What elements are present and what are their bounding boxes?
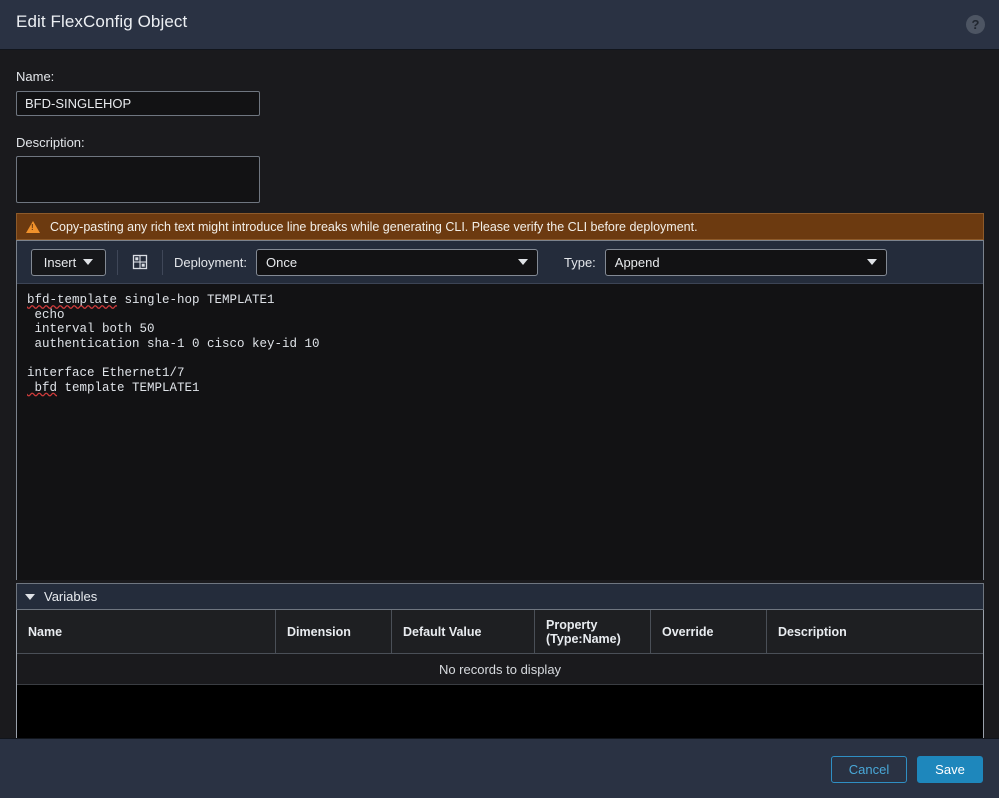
cli-code-line — [27, 351, 975, 366]
toolbar-divider-2 — [162, 250, 163, 275]
column-header-default-value[interactable]: Default Value — [392, 610, 535, 653]
type-select[interactable]: Append — [605, 249, 887, 276]
cli-code-line: interface Ethernet1/7 — [27, 366, 975, 381]
deployment-selected-value: Once — [266, 255, 518, 270]
cli-code-line: bfd template TEMPLATE1 — [27, 381, 975, 396]
warning-text: Copy-pasting any rich text might introdu… — [50, 220, 698, 234]
dialog-body: Name: Description: Copy-pasting any rich… — [0, 50, 999, 738]
column-header-property-line1: Property — [546, 618, 621, 632]
name-input[interactable] — [16, 91, 260, 116]
insert-button-label: Insert — [44, 255, 77, 270]
column-header-property-line2: (Type:Name) — [546, 632, 621, 646]
variables-table-header-row: Name Dimension Default Value Property (T… — [17, 610, 983, 654]
cli-code-line: authentication sha-1 0 cisco key-id 10 — [27, 337, 975, 352]
toolbar-divider-1 — [117, 250, 118, 275]
variables-empty-message: No records to display — [17, 654, 983, 685]
variables-section-header[interactable]: Variables — [16, 583, 984, 610]
deployment-label: Deployment: — [174, 255, 247, 270]
chevron-down-icon — [518, 259, 528, 265]
chevron-down-icon — [83, 259, 93, 265]
description-label: Description: — [16, 135, 85, 150]
name-label: Name: — [16, 69, 54, 84]
cancel-button[interactable]: Cancel — [831, 756, 907, 783]
description-input[interactable] — [16, 156, 260, 203]
deployment-select[interactable]: Once — [256, 249, 538, 276]
rich-text-warning-banner: Copy-pasting any rich text might introdu… — [16, 213, 984, 240]
warning-triangle-icon — [26, 221, 40, 233]
save-button[interactable]: Save — [917, 756, 983, 783]
cli-code-line: interval both 50 — [27, 322, 975, 337]
spellcheck-underlined-token: bfd-template — [27, 293, 117, 307]
help-circle-icon[interactable]: ? — [966, 15, 985, 34]
editor-toolbar: Insert Deployment: Once Type: — [17, 241, 983, 284]
dialog-footer: Cancel Save — [0, 738, 999, 798]
insert-button[interactable]: Insert — [31, 249, 106, 276]
page-title: Edit FlexConfig Object — [16, 12, 187, 32]
triangle-down-icon — [25, 594, 35, 600]
cli-editor-panel: Insert Deployment: Once Type: — [16, 240, 984, 580]
cli-code-editor[interactable]: bfd-template single-hop TEMPLATE1 echo i… — [17, 284, 983, 580]
column-header-dimension[interactable]: Dimension — [276, 610, 392, 653]
cli-code-line: bfd-template single-hop TEMPLATE1 — [27, 293, 975, 308]
type-selected-value: Append — [615, 255, 867, 270]
dialog-titlebar: Edit FlexConfig Object ? — [0, 0, 999, 50]
column-header-description[interactable]: Description — [767, 610, 983, 653]
spellcheck-underlined-token: bfd — [27, 381, 57, 395]
variables-section-title: Variables — [44, 589, 97, 604]
type-label: Type: — [564, 255, 596, 270]
column-header-override[interactable]: Override — [651, 610, 767, 653]
table-grid-icon[interactable] — [129, 251, 151, 273]
column-header-property[interactable]: Property (Type:Name) — [535, 610, 651, 653]
cli-code-line: echo — [27, 308, 975, 323]
chevron-down-icon — [867, 259, 877, 265]
column-header-name[interactable]: Name — [17, 610, 276, 653]
